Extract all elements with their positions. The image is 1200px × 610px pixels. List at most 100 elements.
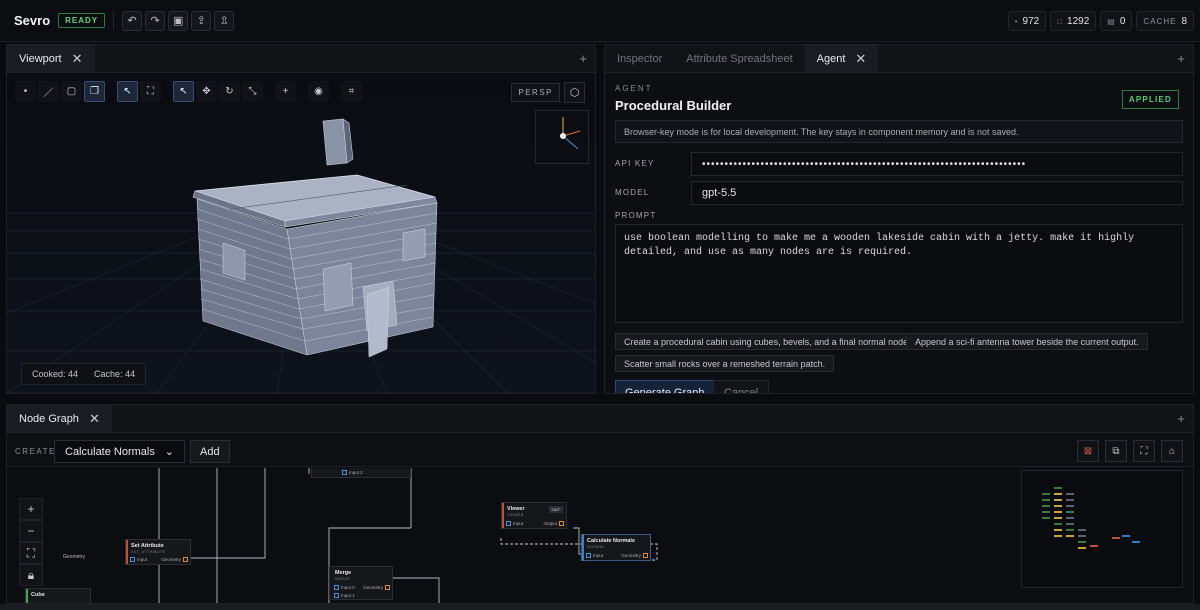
projection-toggle[interactable]: PERSP [511,83,560,102]
graph-node[interactable]: Input 2 [311,468,411,478]
pointer-tool-button[interactable]: ↖ [173,81,194,102]
input-port[interactable]: Input [586,553,603,558]
selected-node-type: Calculate Normals [65,445,155,458]
import-button[interactable]: ⇪ [191,10,212,31]
output-port[interactable]: Geometry [621,553,648,558]
input-port[interactable]: Input 0 [334,585,355,590]
node-type-select[interactable]: Calculate Normals ⌄ [54,440,185,463]
add-tab-icon[interactable]: + [1177,411,1185,426]
suggestion-chip[interactable]: Append a sci-fi antenna tower beside the… [906,333,1148,350]
rotate-tool-button[interactable]: ↻ [219,81,240,102]
zoom-in-button[interactable]: + [19,498,43,520]
add-node-button[interactable]: Add [190,440,230,463]
primitives-icon: □ [1057,16,1063,26]
add-tab-icon[interactable]: + [1177,51,1185,66]
axis-gizmo-icon [560,117,581,150]
add-button[interactable]: + [275,81,296,102]
select-tool-button[interactable]: ↖ [117,81,138,102]
close-icon[interactable]: ✕ [89,411,100,427]
3d-viewport[interactable]: • ／ ▢ ❐ ↖ ⛶ ↖ ✥ ↻ ⤡ + ◉ ⌗ PERSP ⬡ Cooked… [7,73,595,393]
tab-attribute-spreadsheet[interactable]: Attribute Spreadsheet [674,45,804,72]
stat-value: 1292 [1067,15,1090,27]
move-tool-button[interactable]: ✥ [196,81,217,102]
save-button[interactable]: ▣ [168,10,189,31]
layout-graph-button[interactable]: ⧉ [1105,440,1127,462]
suggestion-chip[interactable]: Create a procedural cabin using cubes, b… [615,333,920,350]
export-button[interactable]: ⇫ [214,10,235,31]
delete-node-button[interactable]: ⊠ [1077,440,1099,462]
points-mode-button[interactable]: • [15,81,36,102]
output-port[interactable]: Geometry [161,557,188,562]
generate-graph-button[interactable]: Generate Graph [615,380,715,393]
output-port[interactable]: Geometry [363,585,390,590]
tab-label: Attribute Spreadsheet [686,52,793,65]
add-tab-icon[interactable]: + [579,51,587,66]
node-graph-tabbar: Node Graph ✕ + [7,405,1193,433]
cabin-chimney [322,118,354,166]
nodes-icon: ▤ [1107,16,1115,26]
view-cube-button[interactable]: ⬡ [564,82,585,103]
frame-button[interactable]: ⌗ [341,81,362,102]
undo-button[interactable]: ↶ [122,10,143,31]
node-accent [502,503,504,528]
api-key-input[interactable]: ••••••••••••••••••••••••••••••••••••••••… [691,152,1183,176]
home-icon: ⌂ [1168,445,1176,457]
calculate-normals-node[interactable]: Calculate Normals NORMAL Input Geometry [581,534,651,561]
cancel-button[interactable]: Cancel [713,380,770,393]
model-input[interactable]: gpt-5.5 [691,181,1183,205]
layout-icon: ⧉ [1112,445,1120,457]
stat-value: 0 [1119,15,1126,27]
edges-mode-button[interactable]: ／ [38,81,59,102]
go-up-button[interactable]: ⌂ [1161,440,1183,462]
tab-inspector[interactable]: Inspector [605,45,674,72]
info-notice: Browser-key mode is for local developmen… [615,120,1183,143]
output-port[interactable]: Output [543,521,564,526]
input-port[interactable]: Input 1 [334,593,355,598]
node-graph-canvas[interactable]: Input 2 Set Attribute SET_ATTRIBUTE Inpu… [7,468,1193,603]
cube-node[interactable]: Cube [25,588,91,603]
node-title: Set Attribute [131,543,164,549]
redo-button[interactable]: ↷ [145,10,166,31]
stat-primitives: □ 1292 [1050,11,1097,31]
zoom-controls: + − ⛶ 🔒︎ [19,498,43,586]
tab-agent[interactable]: Agent ✕ [804,45,879,72]
tab-node-graph[interactable]: Node Graph ✕ [7,405,112,432]
chevron-down-icon: ⌄ [164,446,174,458]
input-port[interactable]: Input 2 [342,470,363,475]
input-port[interactable]: Input [130,557,147,562]
face-icon: ▢ [66,86,77,97]
graph-minimap[interactable] [1021,470,1183,588]
fit-view-button[interactable]: ⛶ [1133,440,1155,462]
node-accent [26,589,28,603]
faces-mode-button[interactable]: ▢ [61,81,82,102]
suggestion-chip[interactable]: Scatter small rocks over a remeshed terr… [615,355,835,372]
plus-icon: + [27,502,35,516]
node-title: Merge [335,570,352,576]
input-port[interactable]: Input [506,521,523,526]
output-port[interactable]: Geometry [63,554,85,560]
set-attribute-node[interactable]: Set Attribute SET_ATTRIBUTE Input Geomet… [125,539,191,565]
prompt-textarea[interactable]: use boolean modelling to make me a woode… [615,224,1183,323]
scale-tool-button[interactable]: ⤡ [242,81,263,102]
box-select-button[interactable]: ⛶ [140,81,161,102]
zoom-out-button[interactable]: − [19,520,43,542]
close-icon[interactable]: ✕ [855,51,866,67]
fit-view-icon: ⛶ [1140,445,1148,457]
close-icon[interactable]: ✕ [72,51,83,67]
viewer-node[interactable]: Viewer VIEWER OUT Input Output [501,502,567,529]
box-select-icon: ⛶ [147,86,154,97]
visibility-button[interactable]: ◉ [308,81,329,102]
lock-button[interactable]: 🔒︎ [19,564,43,586]
delete-icon: ⊠ [1083,445,1093,457]
axis-gizmo[interactable] [535,110,589,164]
agent-tabbar: Inspector Attribute Spreadsheet Agent ✕ … [605,45,1193,73]
node-subtitle: SET_ATTRIBUTE [131,550,166,554]
objects-mode-button[interactable]: ❐ [84,81,105,102]
minimap-nodes [1042,487,1140,549]
divider [113,10,115,31]
viewport-scene [7,73,595,393]
tab-viewport[interactable]: Viewport ✕ [7,45,95,72]
undo-icon: ↶ [127,15,137,27]
fit-graph-button[interactable]: ⛶ [19,542,43,564]
merge-node[interactable]: Merge MERGE Input 0 Input 1 Geometry [329,566,393,600]
